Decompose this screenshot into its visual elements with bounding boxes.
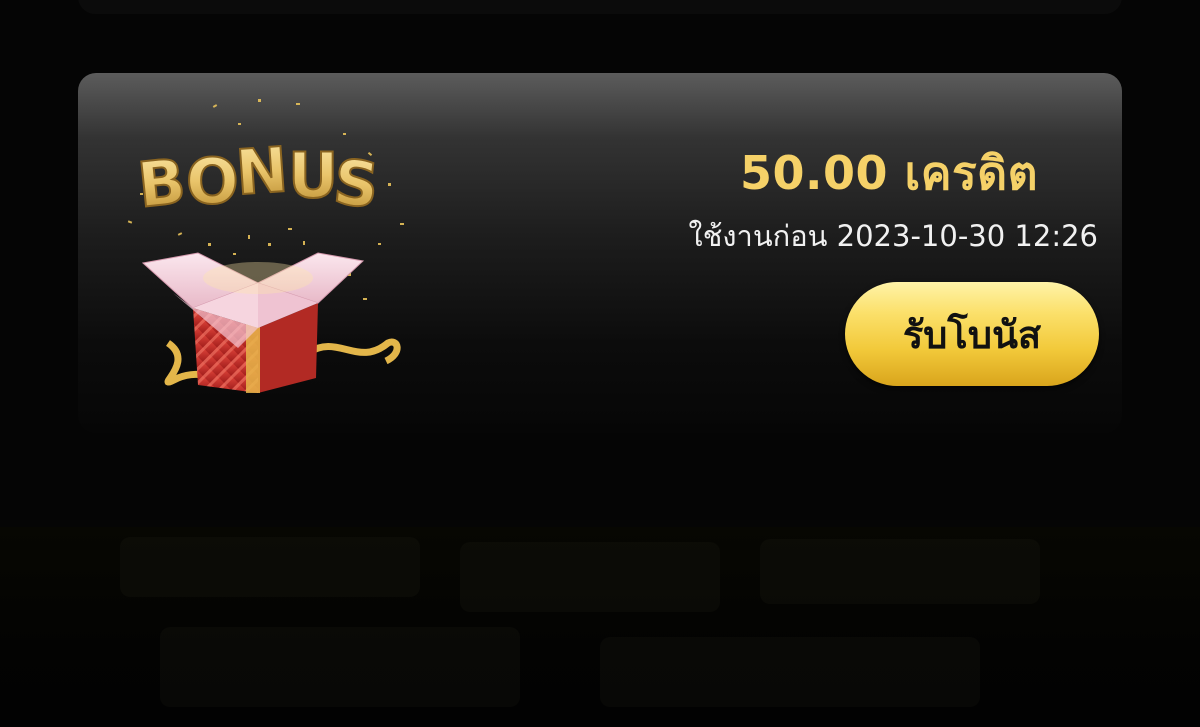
svg-text:S: S: [330, 145, 382, 222]
bonus-expiry: ใช้งานก่อน 2023-10-30 12:26: [688, 219, 1098, 253]
svg-text:B: B: [134, 144, 189, 222]
page: B O N U S 50.00 เครดิต ใช้งานก่อน 2023-1…: [0, 0, 1200, 727]
svg-text:U: U: [288, 139, 338, 212]
background-content: [0, 527, 1200, 727]
claim-bonus-label: รับโบนัส: [902, 312, 1042, 357]
background-shape: [160, 627, 520, 707]
previous-card-edge: [78, 0, 1122, 14]
svg-text:N: N: [233, 133, 290, 209]
claim-bonus-button[interactable]: รับโบนัส: [845, 282, 1099, 386]
bonus-card: B O N U S 50.00 เครดิต ใช้งานก่อน 2023-1…: [78, 73, 1122, 433]
background-shape: [600, 637, 980, 707]
background-shape: [120, 537, 420, 597]
background-shape: [460, 542, 720, 612]
svg-text:O: O: [186, 145, 239, 218]
bonus-gift-box-icon: B O N U S: [127, 99, 404, 393]
bonus-amount: 50.00 เครดิต: [740, 146, 1038, 200]
background-shape: [760, 539, 1040, 604]
